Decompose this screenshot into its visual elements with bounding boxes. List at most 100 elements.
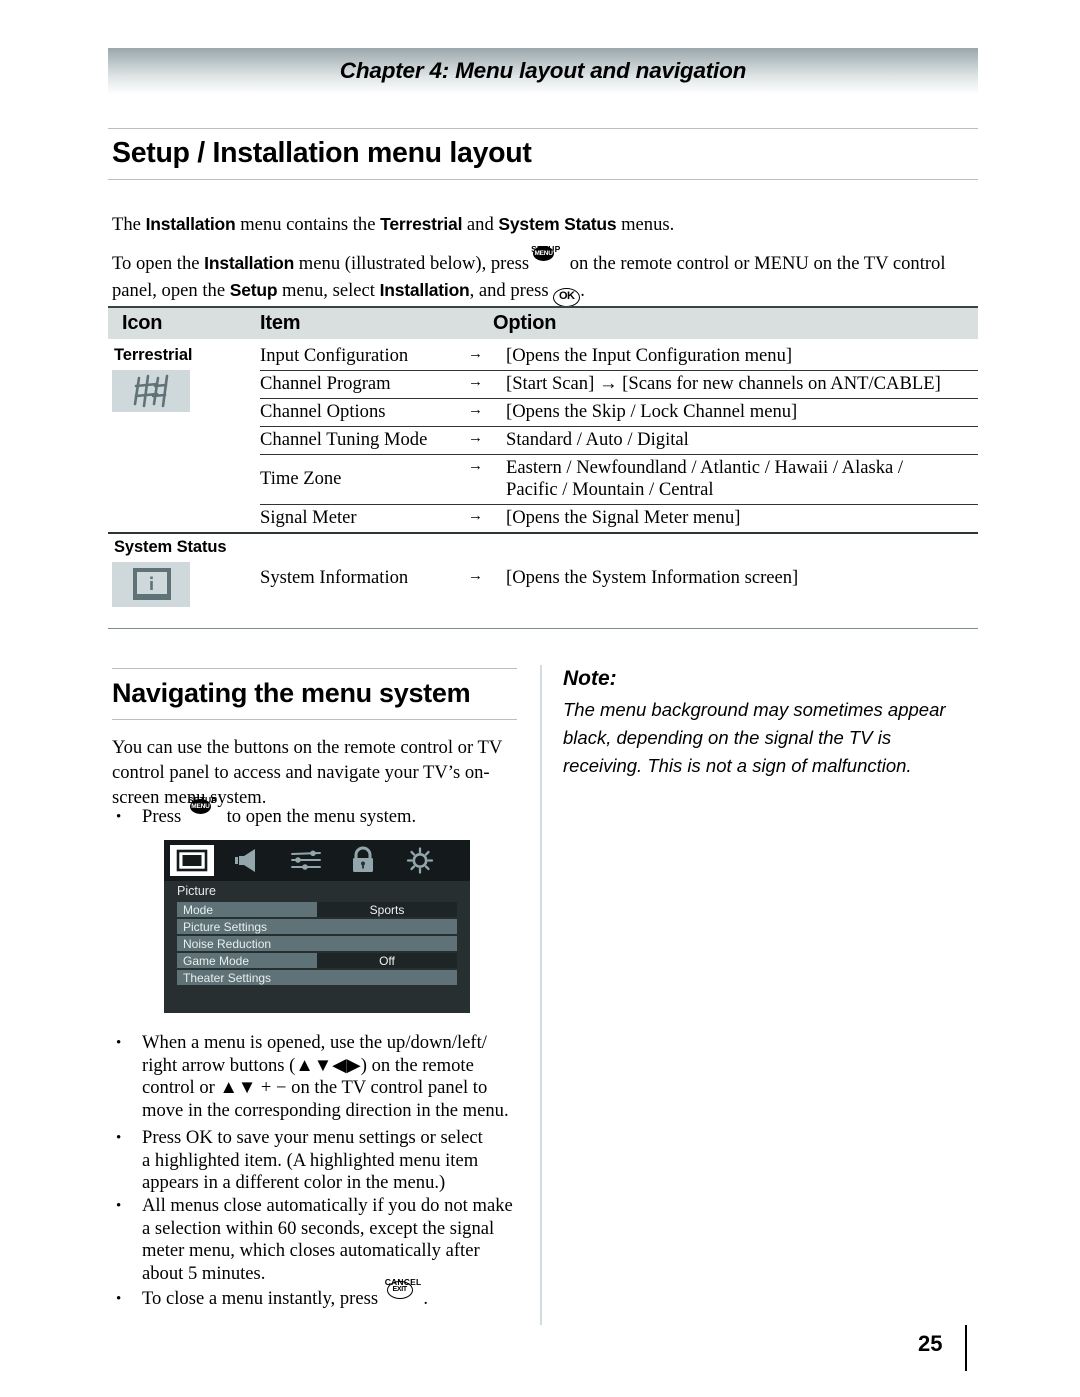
gear-icon[interactable] xyxy=(398,845,442,876)
bullet-dot: • xyxy=(116,1035,122,1051)
arrow-icon: → xyxy=(468,567,483,584)
row-option-value: [Opens the Input Configuration menu] xyxy=(506,345,793,366)
arrow-icon: → xyxy=(468,345,483,362)
osd-icon-bar xyxy=(164,840,470,881)
table-row: Time Zone → Eastern / Newfoundland / Atl… xyxy=(260,454,978,505)
osd-row-mode[interactable]: Mode Sports xyxy=(177,902,457,917)
note-title: Note: xyxy=(563,667,617,690)
intro-p1-part-a: The xyxy=(112,214,146,235)
picture-icon[interactable] xyxy=(170,845,214,876)
row-item-label: Channel Options xyxy=(260,401,386,422)
intro-paragraph-2: To open the Installation menu (illustrat… xyxy=(112,244,982,307)
ok-key-glyph: OK xyxy=(553,288,581,307)
bullet-line: control or ▲▼ + − on the TV control pane… xyxy=(142,1077,488,1098)
intro-p1-bold-terrestrial: Terrestrial xyxy=(380,214,463,234)
table-row: Channel Program → [Start Scan] → [Scans … xyxy=(260,370,978,399)
bullet-period: . xyxy=(423,1288,429,1309)
table-row: Channel Tuning Mode → Standard / Auto / … xyxy=(260,426,978,455)
group-label-terrestrial: Terrestrial xyxy=(114,346,193,364)
page-title: Setup / Installation menu layout xyxy=(112,137,532,169)
row-option-value: Eastern / Newfoundland / Atlantic / Hawa… xyxy=(506,457,904,478)
column-divider xyxy=(540,665,542,1325)
bullet-text: Press OK to save your menu settings or s… xyxy=(142,1127,536,1195)
intro-p1-bold-system-status: System Status xyxy=(498,214,617,234)
osd-row-picture-settings[interactable]: Picture Settings xyxy=(177,919,457,934)
tv-onscreen-menu-illustration: Picture Mode Sports Picture Settings Noi… xyxy=(164,840,470,1013)
bullet-press-setup: • Press SETUPMENU to open the menu syste… xyxy=(116,795,536,829)
osd-row-label: Theater Settings xyxy=(183,971,272,985)
menu-key-button: MENU xyxy=(189,799,211,814)
bullet-line: meter menu, which closes automatically a… xyxy=(142,1240,480,1261)
setup-installation-table: Icon Item Option Terrestrial Input Confi… xyxy=(108,306,978,607)
row-item-label: System Information xyxy=(260,567,409,588)
row-option-value: [Opens the Signal Meter menu] xyxy=(506,507,741,528)
osd-row-theater-settings[interactable]: Theater Settings xyxy=(177,970,457,985)
osd-row-game-mode[interactable]: Game Mode Off xyxy=(177,953,457,968)
cancel-exit-key-glyph: CANCEL EXIT xyxy=(383,1277,421,1304)
table-row: Channel Options → [Opens the Skip / Lock… xyxy=(260,398,978,427)
osd-row-value-box: Sports xyxy=(317,902,457,917)
bullet-line: about 5 minutes. xyxy=(142,1262,266,1284)
arrow-icon: → xyxy=(468,401,483,418)
bullet-line: a highlighted item. (A highlighted menu … xyxy=(142,1149,479,1171)
setup-menu-key-glyph: SETUPMENU xyxy=(186,795,222,822)
column-header-icon: Icon xyxy=(122,312,163,334)
intro-p2-part-d: on the remote control or MENU on the TV … xyxy=(565,253,946,274)
bullet-text: All menus close automatically if you do … xyxy=(142,1195,536,1285)
bullet-text: When a menu is opened, use the up/down/l… xyxy=(142,1032,536,1122)
row-option-value-line2: Pacific / Mountain / Central xyxy=(506,479,714,500)
intro-p1-part-c: menu contains the xyxy=(235,214,381,235)
osd-row-value-box: Off xyxy=(317,953,457,968)
bullet-line: a selection within 60 seconds, except th… xyxy=(142,1217,495,1239)
intro-p2-part-a: To open the xyxy=(112,253,205,274)
intro-p1-part-g: menus. xyxy=(616,214,675,235)
row-item-label: Channel Program xyxy=(260,373,391,394)
navigating-title: Navigating the menu system xyxy=(112,678,471,708)
bullet-dot: • xyxy=(116,1291,122,1307)
intro-p2-part-c: menu (illustrated below), press xyxy=(294,253,530,274)
bullet-press-word: Press xyxy=(142,806,182,827)
list-item: • All menus close automatically if you d… xyxy=(116,1195,536,1285)
table-row: Signal Meter → [Opens the Signal Meter m… xyxy=(260,504,978,533)
column-header-item: Item xyxy=(260,312,301,334)
osd-row-label: Mode xyxy=(183,903,214,917)
navigating-rule-bottom xyxy=(112,719,517,720)
group-label-system-status: System Status xyxy=(114,538,227,556)
arrow-icon: → xyxy=(468,373,483,390)
title-rule-top xyxy=(108,128,978,129)
bullet-dot: • xyxy=(116,809,122,825)
exit-key-button: EXIT xyxy=(386,1281,413,1299)
bullet-dot: • xyxy=(116,1130,122,1146)
table-bottom-rule xyxy=(108,628,978,629)
chapter-title: Chapter 4: Menu layout and navigation xyxy=(339,58,747,83)
column-header-option: Option xyxy=(493,312,557,334)
navigating-intro-line2: control panel to access and navigate you… xyxy=(112,762,490,783)
row-option-value: [Opens the Skip / Lock Channel menu] xyxy=(506,401,798,422)
row-item-label: Channel Tuning Mode xyxy=(260,429,428,450)
table-group-separator xyxy=(108,532,978,534)
intro-p2-bold-installation: Installation xyxy=(204,253,295,273)
speaker-icon[interactable] xyxy=(227,845,271,876)
title-rule-bottom xyxy=(108,179,978,180)
page-number: 25 xyxy=(918,1331,943,1356)
list-item: • When a menu is opened, use the up/down… xyxy=(116,1032,536,1122)
menu-key-button: MENU xyxy=(533,246,555,261)
osd-row-label: Game Mode xyxy=(183,954,250,968)
bullet-line: All menus close automatically if you do … xyxy=(142,1195,513,1216)
intro-p3-part-e: , and press xyxy=(469,280,554,301)
chapter-header-band: Chapter 4: Menu layout and navigation xyxy=(108,48,978,94)
lock-icon[interactable] xyxy=(341,845,385,876)
osd-row-label: Picture Settings xyxy=(183,920,268,934)
osd-row-noise-reduction[interactable]: Noise Reduction xyxy=(177,936,457,951)
row-option-value: Standard / Auto / Digital xyxy=(506,429,689,450)
intro-p3-bold-installation: Installation xyxy=(379,280,470,300)
arrow-icon: → xyxy=(468,507,483,524)
bullet-text: To close a menu instantly, press CANCEL E… xyxy=(142,1277,536,1311)
row-item-label: Input Configuration xyxy=(260,345,409,366)
row-option-value: [Opens the System Information screen] xyxy=(506,567,799,588)
sliders-icon[interactable] xyxy=(284,845,328,876)
intro-paragraph-1: The Installation menu contains the Terre… xyxy=(112,211,972,238)
setup-menu-key-glyph: SETUPMENU xyxy=(529,244,565,269)
navigating-rule-top xyxy=(112,668,517,669)
intro-p3-bold-setup: Setup xyxy=(229,280,278,300)
